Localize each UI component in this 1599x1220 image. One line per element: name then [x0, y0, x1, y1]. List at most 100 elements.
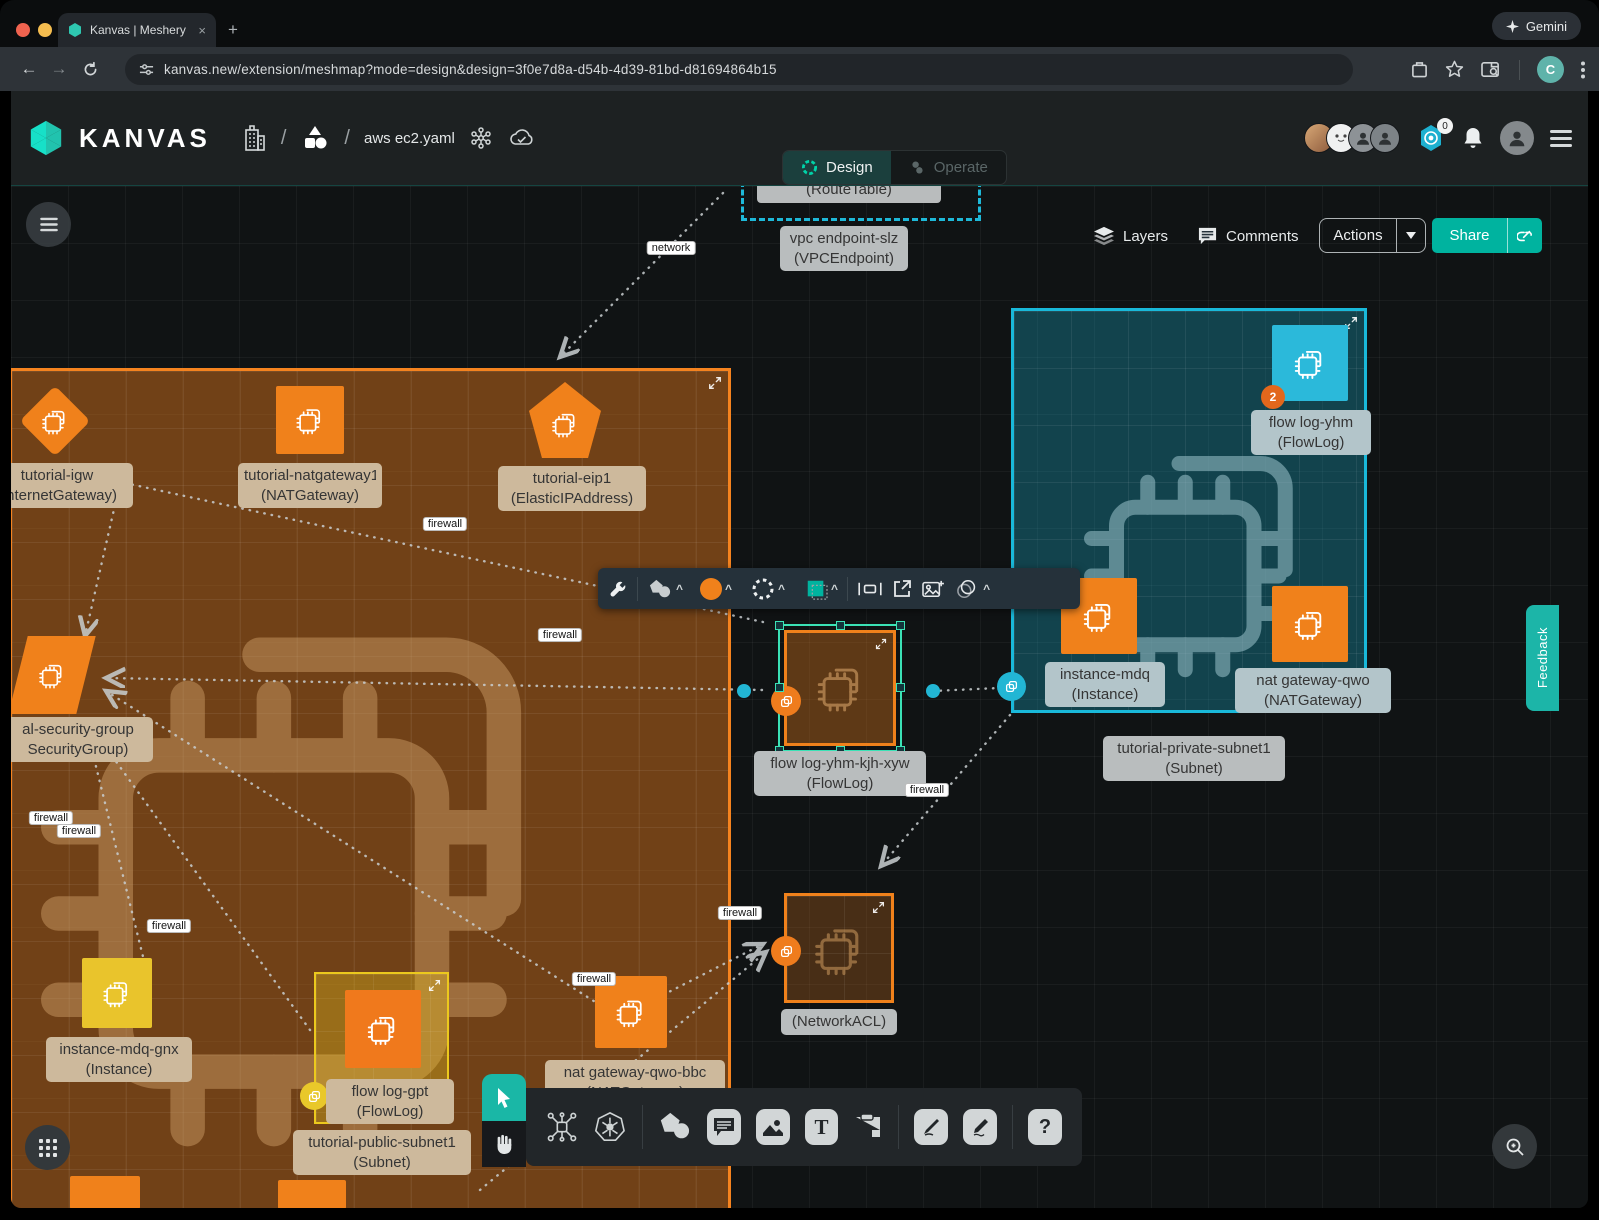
kubernetes-icon[interactable] [593, 1109, 627, 1145]
flow-log-gpt-label[interactable]: flow log-gpt(FlowLog) [326, 1079, 454, 1124]
help-button[interactable]: ? [1028, 1109, 1062, 1145]
resize-handle[interactable] [775, 621, 784, 630]
fill-color-button[interactable]: ^ [700, 578, 732, 600]
comment-tool-icon[interactable] [707, 1109, 741, 1145]
pencil-tool-icon[interactable] [963, 1109, 997, 1145]
wrench-icon[interactable] [608, 579, 628, 599]
actions-label[interactable]: Actions [1320, 219, 1397, 252]
design-canvas[interactable]: Layers Comments Actions Share network fi… [11, 186, 1588, 1208]
note-tool-icon[interactable] [853, 1112, 883, 1142]
provider-status-icon[interactable]: 0 [1416, 123, 1446, 153]
security-group-label[interactable]: al-security-groupSecurityGroup) [11, 717, 153, 762]
user-avatar[interactable] [1500, 121, 1534, 155]
elastic-ip-label[interactable]: tutorial-eip1(ElasticIPAddress) [498, 466, 646, 511]
app-menu-icon[interactable] [1550, 126, 1572, 151]
mesh-sync-icon[interactable] [546, 1110, 578, 1144]
node-network-acl[interactable] [784, 893, 894, 1003]
gemini-button[interactable]: Gemini [1492, 12, 1581, 40]
browser-menu-icon[interactable] [1581, 61, 1585, 79]
selected-node-body[interactable] [784, 630, 896, 746]
organization-icon[interactable] [241, 124, 267, 152]
node-partial-bottom[interactable] [70, 1176, 140, 1208]
nat-gateway-1-label[interactable]: tutorial-natgateway1(NATGateway) [238, 463, 382, 508]
node-security-group[interactable] [18, 636, 86, 714]
share-button[interactable]: Share [1432, 218, 1542, 253]
tab-operate[interactable]: Operate [891, 151, 1006, 184]
resize-handle[interactable] [775, 683, 784, 692]
browser-profile-avatar[interactable]: C [1537, 56, 1564, 83]
stroke-style-button[interactable]: ^ [751, 577, 785, 601]
feedback-tab[interactable]: Feedback [1526, 605, 1559, 711]
actions-dropdown-caret[interactable] [1397, 219, 1425, 252]
node-internet-gateway[interactable] [23, 389, 87, 453]
network-acl-label[interactable]: (NetworkACL) [781, 1009, 897, 1035]
close-window-button[interactable] [16, 23, 30, 37]
edge-label-firewall[interactable]: firewall [29, 811, 73, 825]
canvas-menu-button[interactable] [26, 202, 71, 247]
edge-label-firewall[interactable]: firewall [57, 824, 101, 838]
private-subnet-label[interactable]: tutorial-private-subnet1(Subnet) [1103, 736, 1285, 781]
cloud-sync-icon[interactable] [507, 126, 537, 150]
address-bar[interactable]: kanvas.new/extension/meshmap?mode=design… [125, 54, 1353, 85]
collapse-icon[interactable] [875, 638, 887, 650]
node-flow-log-yhm[interactable] [1272, 325, 1348, 401]
edge-label-firewall[interactable]: firewall [538, 628, 582, 642]
network-acl-badge[interactable] [771, 936, 801, 966]
actions-button[interactable]: Actions [1319, 218, 1426, 253]
save-icon[interactable] [1411, 61, 1428, 79]
collaborator-avatar[interactable] [1370, 123, 1400, 153]
share-link-icon[interactable] [1508, 218, 1542, 253]
node-partial-bottom[interactable] [278, 1180, 346, 1208]
shapes-tool-icon[interactable] [658, 1110, 692, 1144]
notifications-bell-icon[interactable] [1462, 126, 1484, 150]
group-lasso-button[interactable]: ^ [956, 578, 990, 600]
pen-tool-icon[interactable] [914, 1109, 948, 1145]
nat-gateway-qwo-label[interactable]: nat gateway-qwo(NATGateway) [1235, 668, 1391, 713]
back-button[interactable]: ← [14, 59, 44, 79]
image-tool-icon[interactable] [756, 1109, 790, 1145]
container-style-button[interactable]: ^ [804, 578, 838, 600]
public-subnet-label[interactable]: tutorial-public-subnet1(Subnet) [293, 1130, 471, 1175]
kanvas-logo-icon[interactable] [27, 119, 65, 157]
instance-mdq-label[interactable]: instance-mdq(Instance) [1045, 662, 1165, 707]
node-nat-gateway-qwo-bbc[interactable] [595, 976, 667, 1048]
bookmark-star-icon[interactable] [1445, 60, 1464, 79]
resize-handle[interactable] [896, 621, 905, 630]
extension-icon[interactable] [469, 126, 493, 150]
node-nat-gateway-qwo[interactable] [1272, 586, 1348, 662]
apps-grid-button[interactable] [25, 1125, 70, 1170]
layers-button[interactable]: Layers [1093, 226, 1168, 246]
resize-handle[interactable] [896, 683, 905, 692]
internet-gateway-label[interactable]: tutorial-igw(InternetGateway) [11, 463, 133, 508]
vpc-endpoint-label[interactable]: vpc endpoint-slz(VPCEndpoint) [780, 226, 908, 271]
edge-label-firewall[interactable]: firewall [572, 972, 616, 986]
shape-style-button[interactable]: ^ [647, 578, 683, 600]
edge-label-firewall[interactable]: firewall [423, 517, 467, 531]
collaborator-avatars[interactable] [1304, 123, 1400, 153]
new-tab-button[interactable]: + [228, 20, 238, 40]
open-in-new-icon[interactable] [892, 579, 912, 599]
node-instance-gnx[interactable] [82, 958, 152, 1028]
flow-log-selected-label[interactable]: flow log-yhm-kjh-xyw(FlowLog) [754, 751, 926, 796]
flow-log-yhm-label[interactable]: flow log-yhm(FlowLog) [1251, 410, 1371, 455]
minimize-window-button[interactable] [38, 23, 52, 37]
reload-button[interactable] [82, 61, 99, 78]
text-tool-icon[interactable]: T [805, 1109, 839, 1145]
flow-log-yhm-count-badge[interactable]: 2 [1261, 385, 1285, 409]
edge-label-firewall[interactable]: firewall [147, 919, 191, 933]
edge-label-network[interactable]: network [647, 241, 696, 255]
node-flow-log-gpt[interactable] [345, 990, 421, 1068]
connection-dot[interactable] [737, 684, 751, 698]
instance-gnx-label[interactable]: instance-mdq-gnx(Instance) [46, 1037, 192, 1082]
forward-button[interactable]: → [44, 59, 74, 79]
resize-handle[interactable] [836, 621, 845, 630]
subnet-container-badge[interactable] [997, 672, 1026, 701]
design-file-name[interactable]: aws ec2.yaml [364, 130, 455, 147]
add-image-icon[interactable] [921, 579, 945, 599]
flow-log-gpt-badge[interactable] [300, 1082, 328, 1110]
node-elastic-ip[interactable] [529, 382, 601, 458]
edge-label-firewall[interactable]: firewall [718, 906, 762, 920]
edge-label-firewall[interactable]: firewall [905, 783, 949, 797]
collapse-icon[interactable] [872, 901, 885, 914]
site-info-icon[interactable] [139, 62, 154, 77]
